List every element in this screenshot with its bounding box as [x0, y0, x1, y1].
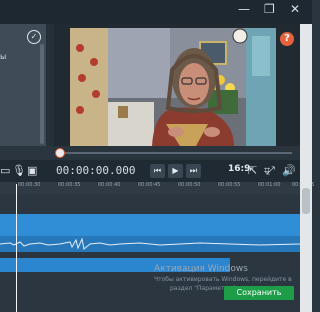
video-preview[interactable]: [70, 28, 276, 146]
volume-icon[interactable]: 🔊: [282, 164, 296, 178]
ruler-tick: 00:00:45: [138, 182, 161, 188]
mic-icon[interactable]: 🎙: [12, 164, 26, 178]
timecode-display: 00:00:00.000: [56, 164, 136, 177]
seek-handle[interactable]: [55, 148, 65, 158]
activation-watermark-title: Активация Windows: [154, 264, 248, 274]
save-button[interactable]: Сохранить: [224, 286, 294, 300]
activation-watermark-line: Чтобы активировать Windows, перейдите в: [154, 276, 292, 283]
seek-track[interactable]: [60, 152, 292, 154]
panel-divider: [46, 24, 54, 146]
seek-bar[interactable]: [54, 146, 300, 160]
ruler-tick: 00:00:35: [58, 182, 81, 188]
ruler-tick: 00:01:00: [258, 182, 281, 188]
ruler-tick: 00:00:55: [218, 182, 241, 188]
skip-back-icon[interactable]: ⏮: [150, 164, 165, 178]
skip-forward-icon[interactable]: ⏭: [186, 164, 201, 178]
check-icon[interactable]: ✓: [27, 30, 41, 44]
right-scrollbar[interactable]: [300, 24, 312, 312]
playhead[interactable]: [16, 184, 17, 312]
scrollbar-thumb[interactable]: [302, 188, 310, 214]
restore-button[interactable]: ❐: [264, 3, 275, 15]
left-panel: ✓ ы: [0, 24, 47, 146]
close-button[interactable]: ✕: [290, 3, 300, 15]
fullscreen-icon[interactable]: ⤢: [266, 164, 275, 178]
play-icon[interactable]: ▶: [168, 164, 183, 178]
video-frame-image: [70, 28, 276, 146]
camera-icon[interactable]: ▭: [0, 164, 10, 178]
ruler-tick: 00:00:50: [178, 182, 201, 188]
export-icon[interactable]: ⇱: [248, 164, 257, 178]
ruler-tick: 00:00:30: [18, 182, 41, 188]
audio-waveform: [0, 237, 301, 250]
left-panel-scrollbar[interactable]: [40, 44, 44, 144]
video-track-clip[interactable]: [0, 214, 300, 236]
audio-track-clip[interactable]: [0, 236, 301, 252]
help-icon[interactable]: ?: [280, 32, 294, 46]
timeline-ruler[interactable]: 00:00:30 00:00:35 00:00:40 00:00:45 00:0…: [0, 182, 314, 194]
webcam-icon[interactable]: ▣: [27, 164, 37, 178]
title-bar: — ❐ ✕: [0, 0, 312, 24]
left-panel-label: ы: [0, 52, 7, 61]
ruler-tick: 00:00:40: [98, 182, 121, 188]
minimize-button[interactable]: —: [238, 3, 250, 15]
